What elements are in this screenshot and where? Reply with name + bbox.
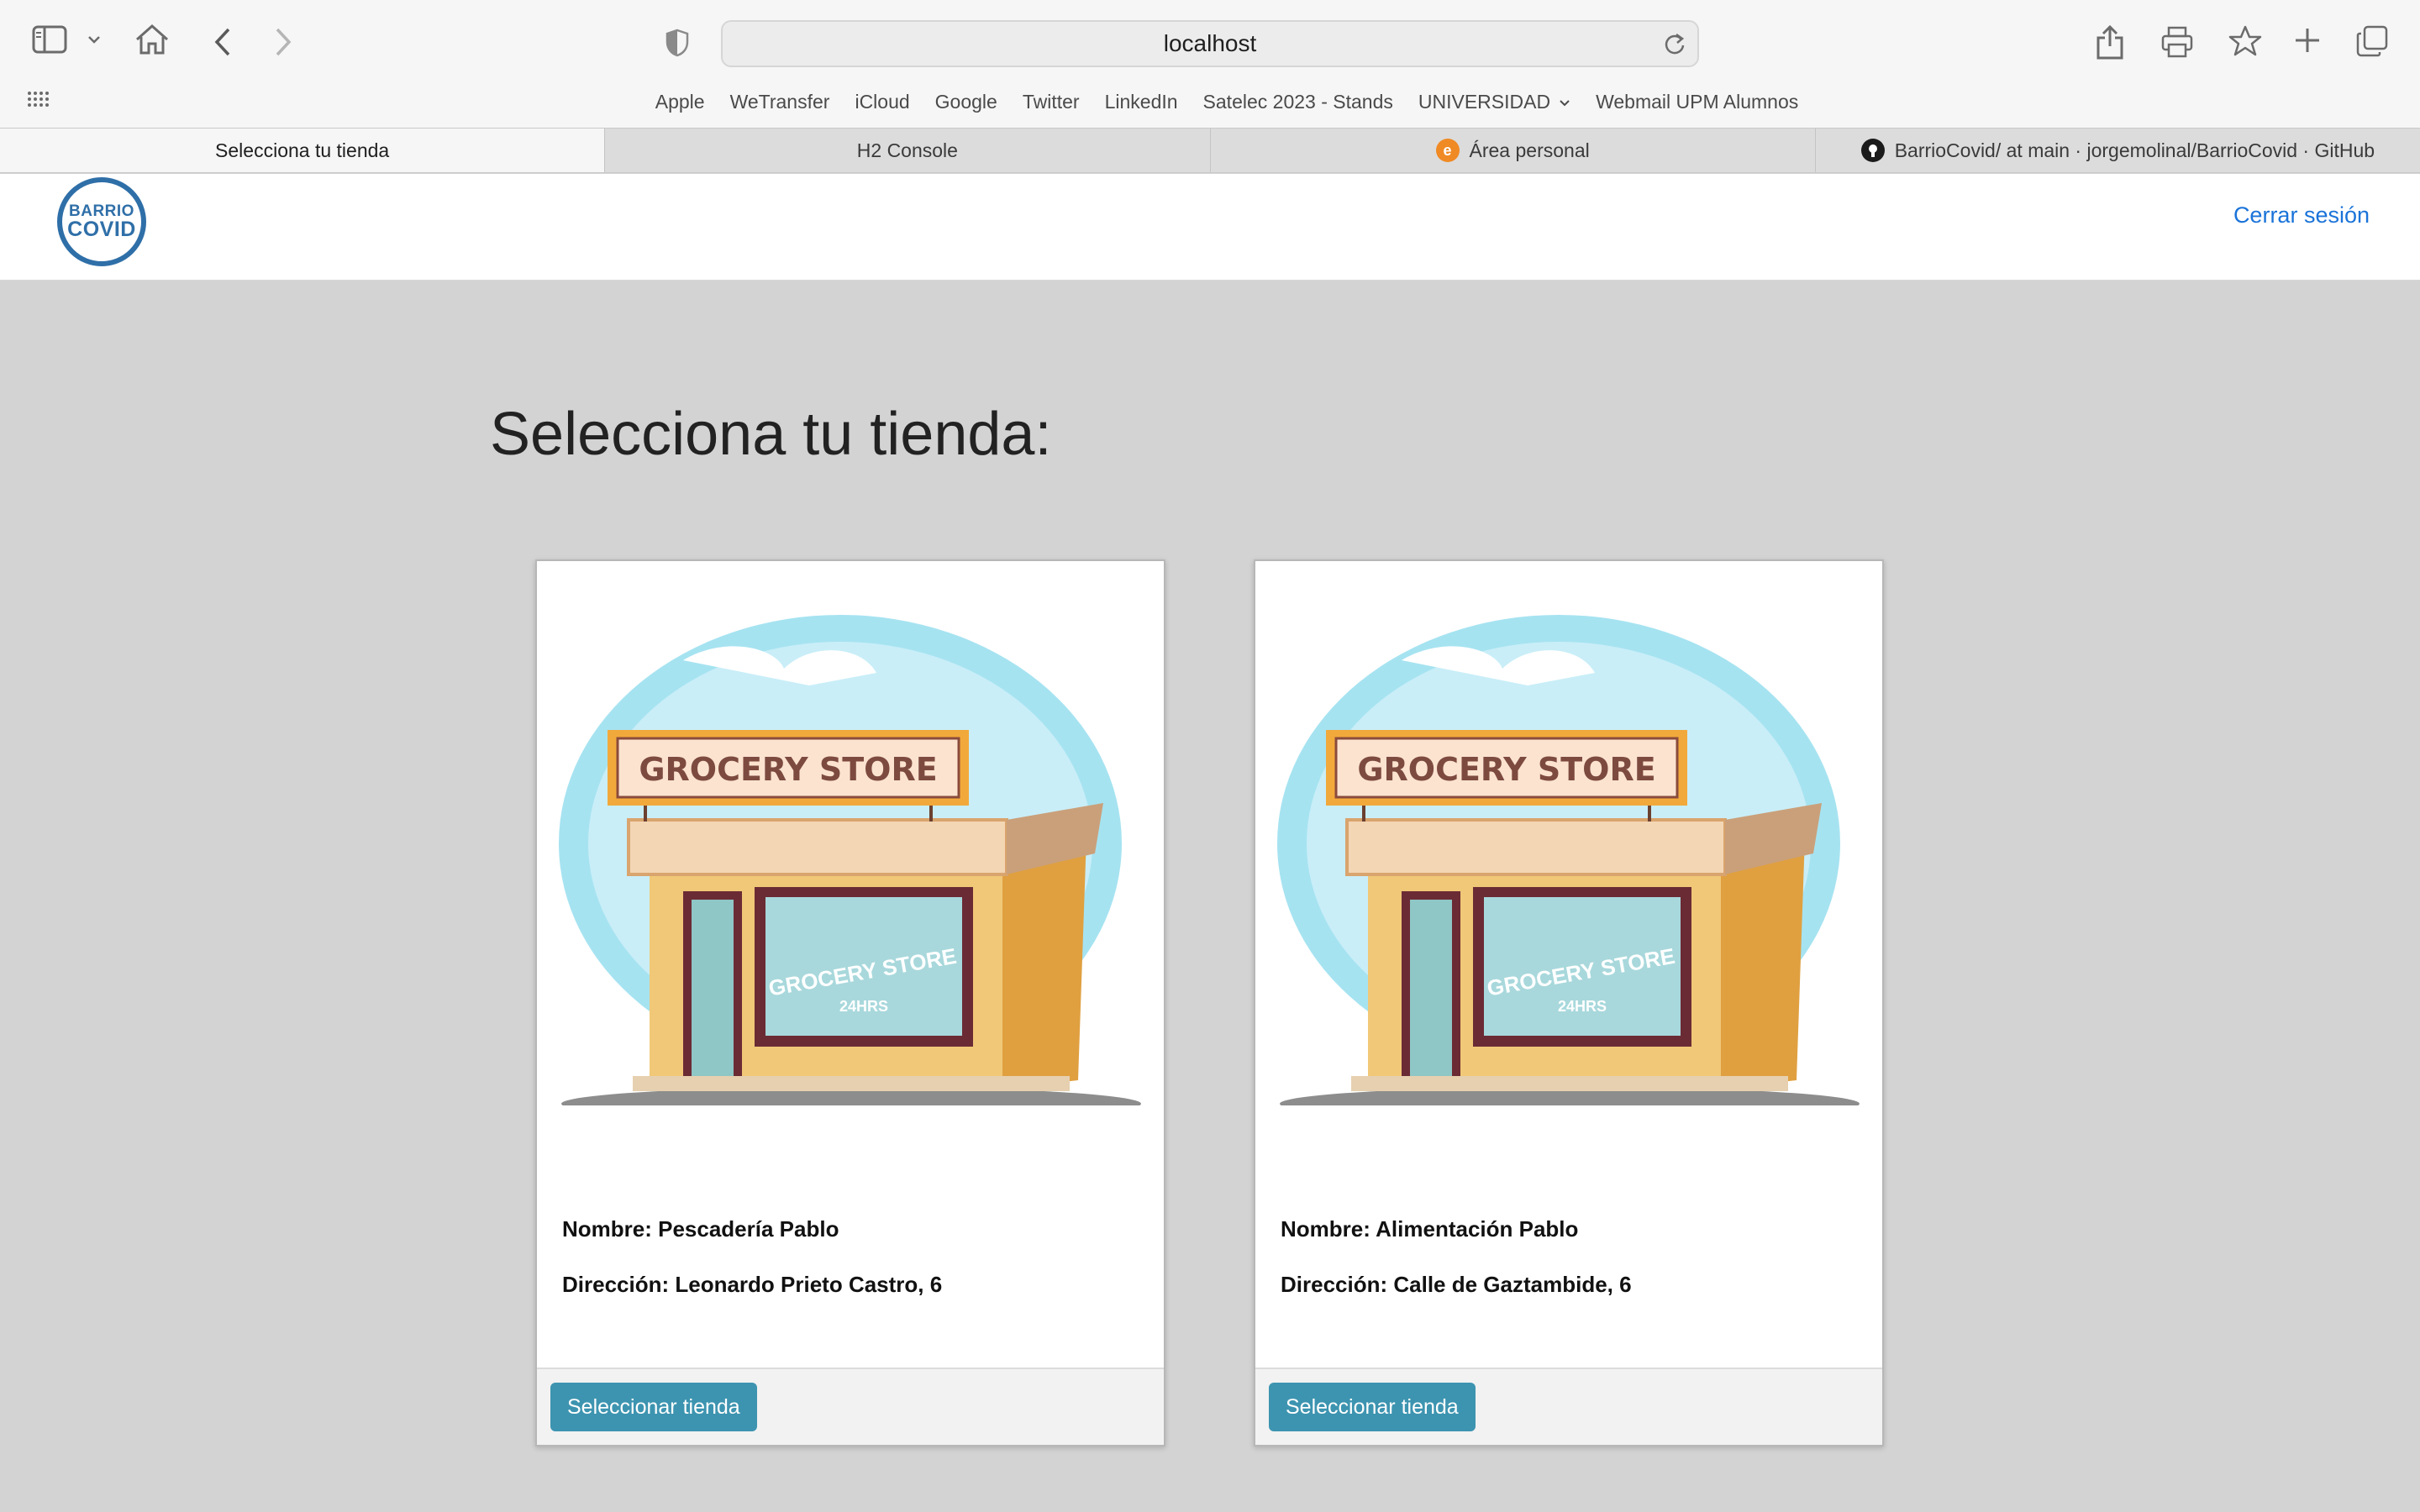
card-footer: Seleccionar tienda	[537, 1368, 1164, 1445]
print-icon[interactable]	[2161, 25, 2193, 59]
star-icon[interactable]	[2228, 25, 2262, 57]
tab-label: BarrioCovid/ at main · jorgemolinal/Barr…	[1894, 139, 2375, 161]
logo-text-bottom: COVID	[67, 218, 136, 241]
select-store-button[interactable]: Seleccionar tienda	[1269, 1383, 1476, 1431]
grocery-store-image: GROCERY STORE 24HRS GROCERY STORE	[1277, 615, 1860, 1105]
tab-selecciona-tienda[interactable]: Selecciona tu tienda	[0, 129, 605, 172]
home-icon[interactable]	[134, 24, 170, 55]
tab-h2-console[interactable]: H2 Console	[604, 129, 1209, 172]
window-hours: 24HRS	[839, 998, 888, 1015]
store-name: Nombre: Alimentación Pablo	[1281, 1216, 1579, 1242]
bookmark-folder-label: UNIVERSIDAD	[1418, 90, 1551, 113]
barriocovid-logo[interactable]: BARRIO COVID	[57, 177, 146, 266]
tab-overview-icon[interactable]	[2356, 25, 2388, 57]
sidebar-icon[interactable]	[32, 25, 67, 54]
logout-link[interactable]: Cerrar sesión	[2233, 202, 2370, 228]
address-text: localhost	[1163, 30, 1257, 56]
tab-label: H2 Console	[856, 139, 958, 161]
store-card: GROCERY STORE 24HRS GROCERY STORE Nombre…	[535, 559, 1165, 1446]
tab-label: Selecciona tu tienda	[215, 139, 390, 161]
card-body: Nombre: Pescadería Pablo Dirección: Leon…	[562, 1216, 942, 1327]
bookmark-apple[interactable]: Apple	[655, 91, 705, 113]
bookmark-twitter[interactable]: Twitter	[1023, 91, 1080, 113]
forward-icon[interactable]	[274, 27, 292, 57]
bookmark-satelec[interactable]: Satelec 2023 - Stands	[1203, 91, 1393, 113]
reload-icon[interactable]	[1664, 32, 1686, 61]
bookmarks-bar: Apple WeTransfer iCloud Google Twitter L…	[0, 84, 2420, 119]
chevron-down-icon[interactable]	[87, 35, 101, 44]
select-store-button[interactable]: Seleccionar tienda	[550, 1383, 757, 1431]
grocery-store-image: GROCERY STORE 24HRS GROCERY STORE	[559, 615, 1141, 1105]
site-navbar: BARRIO COVID Cerrar sesión	[0, 174, 2420, 281]
new-tab-icon[interactable]	[2294, 27, 2321, 54]
bookmark-google[interactable]: Google	[935, 91, 997, 113]
back-icon[interactable]	[213, 27, 232, 57]
bookmark-icloud[interactable]: iCloud	[855, 91, 909, 113]
address-bar[interactable]: localhost	[721, 20, 1699, 67]
card-footer: Seleccionar tienda	[1255, 1368, 1882, 1445]
store-card: GROCERY STORE 24HRS GROCERY STORE Nombre…	[1254, 559, 1884, 1446]
bookmark-webmail[interactable]: Webmail UPM Alumnos	[1596, 91, 1798, 113]
moodle-favicon-icon: e	[1435, 139, 1460, 162]
chevron-down-icon	[1560, 100, 1570, 107]
bookmark-linkedin[interactable]: LinkedIn	[1105, 91, 1178, 113]
card-body: Nombre: Alimentación Pablo Dirección: Ca…	[1281, 1216, 1632, 1327]
browser-toolbar: localhost Apple WeTransfer iCloud Google…	[0, 0, 2420, 128]
store-name: Nombre: Pescadería Pablo	[562, 1216, 839, 1242]
tab-bar: Selecciona tu tienda H2 Console e Área p…	[0, 128, 2420, 173]
window-hours: 24HRS	[1558, 998, 1607, 1015]
tab-area-personal[interactable]: e Área personal	[1209, 129, 1815, 172]
share-icon[interactable]	[2096, 24, 2124, 60]
store-sign-lettering: GROCERY STORE	[1357, 751, 1655, 788]
page-title: Selecciona tu tienda:	[490, 401, 1052, 468]
tab-label: Área personal	[1469, 139, 1590, 161]
bookmark-folder-universidad[interactable]: UNIVERSIDAD	[1418, 91, 1570, 113]
store-address: Dirección: Leonardo Prieto Castro, 6	[562, 1272, 943, 1297]
github-icon	[1860, 139, 1885, 162]
store-sign-lettering: GROCERY STORE	[639, 751, 937, 788]
privacy-shield-icon[interactable]	[666, 29, 689, 57]
store-address: Dirección: Calle de Gaztambide, 6	[1281, 1272, 1632, 1297]
tab-github[interactable]: BarrioCovid/ at main · jorgemolinal/Barr…	[1814, 129, 2420, 172]
bookmark-wetransfer[interactable]: WeTransfer	[730, 91, 830, 113]
